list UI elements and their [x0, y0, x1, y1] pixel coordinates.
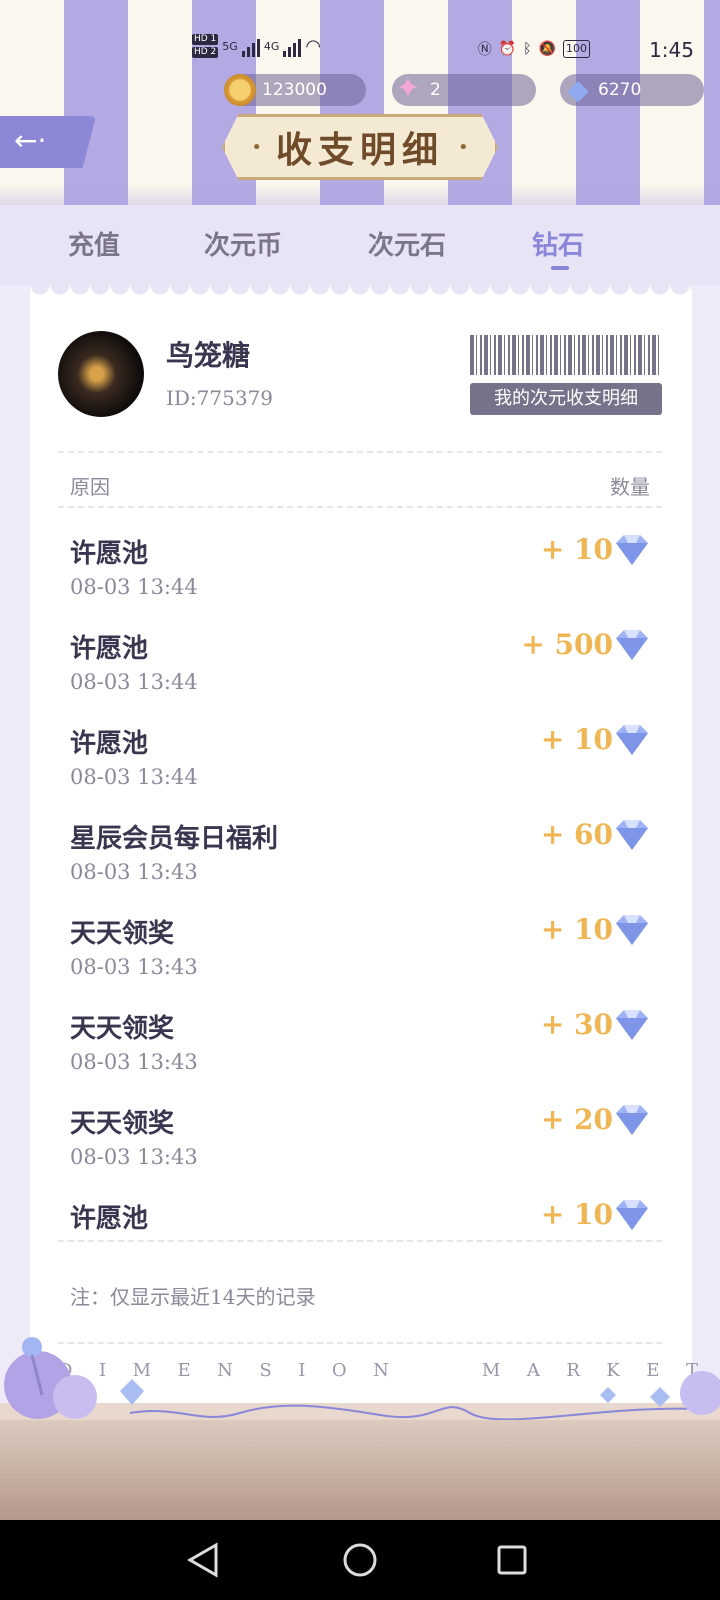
tab-dimension-stone[interactable]: 次元石 — [368, 225, 446, 262]
column-header-amount: 数量 — [610, 475, 650, 499]
home-nav-icon[interactable] — [342, 1542, 378, 1578]
row-reason: 天天领奖 — [70, 1109, 175, 1139]
row-reason: 天天领奖 — [70, 1014, 175, 1044]
row-time: 08-03 13:43 — [70, 1050, 198, 1074]
row-amount: + 20 — [540, 1103, 613, 1136]
page-title-plate: • 收支明细 • — [222, 114, 498, 180]
star-value: 2 — [430, 80, 441, 100]
recents-nav-icon[interactable] — [496, 1544, 528, 1576]
row-amount: + 500 — [521, 628, 613, 661]
mute-icon: 🔕 — [538, 41, 556, 57]
tab-recharge[interactable]: 充值 — [68, 225, 120, 262]
divider — [58, 506, 662, 508]
diamond-icon — [616, 1200, 648, 1230]
hd-indicator: HD 1 HD 2 — [192, 34, 219, 58]
row-reason: 许愿池 — [70, 1204, 149, 1234]
diamond-icon — [616, 725, 648, 755]
row-time: 08-03 13:43 — [70, 860, 198, 884]
signal-icon-2 — [283, 35, 302, 57]
diamond-icon — [616, 1010, 648, 1040]
diamond-icon — [616, 535, 648, 565]
avatar[interactable] — [58, 331, 144, 417]
tab-dimension-coin[interactable]: 次元币 — [204, 225, 282, 262]
row-time: 08-03 13:44 — [70, 575, 198, 599]
clock: 1:45 — [649, 38, 694, 62]
row-time: 08-03 13:44 — [70, 670, 198, 694]
diamond-balance: ◆ 6270 — [560, 74, 704, 106]
row-time: 08-03 13:44 — [70, 765, 198, 789]
row-reason: 许愿池 — [70, 539, 149, 569]
active-tab-indicator — [551, 266, 569, 270]
network-5g-label: 5G — [222, 39, 238, 53]
page-title: 收支明细 — [275, 129, 444, 171]
signal-icon — [241, 35, 260, 57]
column-header-reason: 原因 — [70, 475, 110, 499]
footer-note: 注：仅显示最近14天的记录 — [70, 1285, 316, 1309]
system-nav-bar — [0, 1520, 720, 1600]
row-reason: 星辰会员每日福利 — [70, 824, 279, 854]
user-id: ID:775379 — [166, 386, 274, 410]
row-reason: 天天领奖 — [70, 919, 175, 949]
network-4g-label: 4G — [263, 39, 280, 53]
back-button[interactable]: ←· — [0, 116, 96, 168]
gold-coin-icon — [224, 74, 256, 106]
tab-bar: 充值 次元币 次元石 钻石 — [0, 205, 720, 285]
diamond-icon — [616, 630, 648, 660]
tab-diamond[interactable]: 钻石 — [532, 225, 584, 262]
gold-coin-value: 123000 — [262, 80, 327, 100]
shelf-decoration — [0, 1410, 720, 1520]
diamond-icon — [616, 1105, 648, 1135]
diamond-icon — [616, 820, 648, 850]
back-nav-icon[interactable] — [186, 1542, 220, 1578]
back-arrow-icon: ←· — [14, 124, 47, 157]
barcode-icon — [470, 335, 662, 375]
row-amount: + 60 — [540, 818, 613, 851]
bluetooth-icon: ᛒ — [523, 41, 532, 57]
wifi-icon: ◠ — [305, 35, 322, 57]
row-amount: + 10 — [540, 723, 613, 756]
yarn-decoration — [0, 1337, 720, 1420]
alarm-icon: ⏰ — [498, 41, 517, 57]
diamond-icon: ◆ — [567, 73, 589, 106]
battery-icon: 100 — [563, 40, 590, 58]
status-bar: HD 1 HD 2 5G 4G ◠ Ⓝ ⏰ ᛒ 🔕 100 1:45 — [0, 30, 720, 74]
row-reason: 许愿池 — [70, 729, 149, 759]
divider — [58, 1240, 662, 1242]
row-amount: + 10 — [540, 1198, 613, 1231]
barcode-label: 我的次元收支明细 — [470, 383, 662, 415]
divider — [58, 451, 662, 453]
row-time: 08-03 13:43 — [70, 1145, 198, 1169]
diamond-icon — [616, 915, 648, 945]
user-name: 鸟笼糖 — [166, 339, 251, 372]
row-amount: + 10 — [540, 913, 613, 946]
row-amount: + 30 — [540, 1008, 613, 1041]
star-balance: ✦ 2 — [392, 74, 536, 106]
gold-coin-balance: 123000 — [224, 74, 366, 106]
row-time: 08-03 13:43 — [70, 955, 198, 979]
nfc-icon: Ⓝ — [477, 42, 492, 58]
row-amount: + 10 — [540, 533, 613, 566]
star-icon: ✦ — [395, 71, 421, 106]
row-reason: 许愿池 — [70, 634, 149, 664]
diamond-value: 6270 — [598, 80, 642, 100]
